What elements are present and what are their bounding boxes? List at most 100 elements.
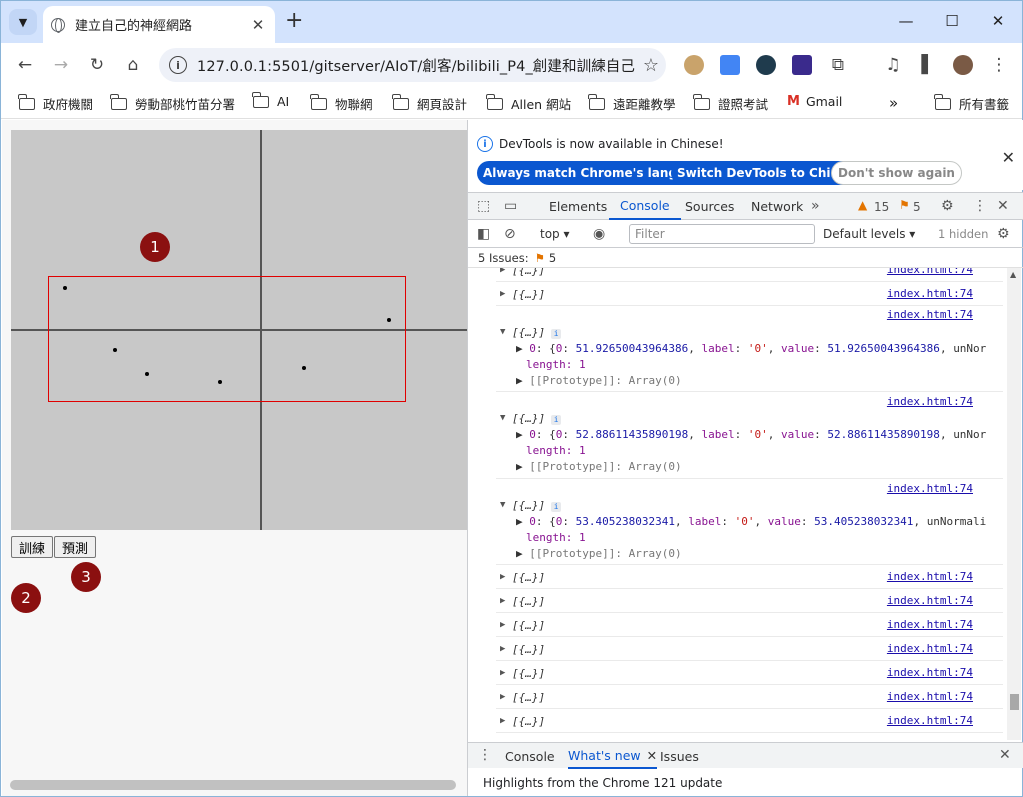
close-window-button[interactable]: ✕ xyxy=(975,9,1021,33)
log-levels-dropdown[interactable]: Default levels ▾ xyxy=(823,227,915,241)
drawer-tab-whats-new[interactable]: What's new ✕ xyxy=(568,743,658,769)
minimize-button[interactable]: — xyxy=(883,9,929,33)
source-link[interactable]: index.html:74 xyxy=(887,268,973,276)
console-entry-expanded[interactable]: index.html:74 ▼ [{…}] i ▶ 0: {0: 52.886114… xyxy=(496,392,1003,479)
warning-icon[interactable]: ▲ xyxy=(858,198,867,212)
device-toolbar-icon[interactable]: ▭ xyxy=(504,198,517,214)
source-link[interactable]: index.html:74 xyxy=(887,618,973,631)
bookmarks-overflow-button[interactable]: » xyxy=(889,94,898,112)
console-entry[interactable]: ▶[{…}]index.html:74 xyxy=(496,709,1003,733)
all-bookmarks-folder[interactable]: 所有書籤 xyxy=(934,93,1009,113)
dont-show-again-button[interactable]: Don't show again xyxy=(831,161,962,185)
tab-elements[interactable]: Elements xyxy=(549,193,607,220)
live-expression-eye-icon[interactable]: ◉ xyxy=(593,226,605,242)
console-entry[interactable]: ▶[{…}]index.html:74 xyxy=(496,613,1003,637)
tab-console[interactable]: Console xyxy=(609,193,681,220)
console-entry[interactable]: ▶[{…}]index.html:74 xyxy=(496,685,1003,709)
close-tab-icon[interactable]: ✕ xyxy=(249,16,267,34)
drawer-menu-icon[interactable]: ⋮ xyxy=(478,747,492,763)
site-info-icon[interactable]: i xyxy=(169,56,187,74)
plot-canvas[interactable]: 1 xyxy=(11,130,467,530)
context-select[interactable]: top ▾ xyxy=(540,227,570,241)
console-entry[interactable]: ▶[{…}]index.html:74 xyxy=(496,282,1003,306)
console-entry[interactable]: ▶[{…}]index.html:74 xyxy=(496,268,1003,282)
issues-bar[interactable]: 5 Issues: ⚑ 5 xyxy=(468,248,1023,268)
source-link[interactable]: index.html:74 xyxy=(887,482,973,495)
reload-icon[interactable]: ↻ xyxy=(85,53,109,77)
bookmark-folder[interactable]: AI xyxy=(252,91,289,109)
source-link[interactable]: index.html:74 xyxy=(887,642,973,655)
source-link[interactable]: index.html:74 xyxy=(887,308,973,321)
source-link[interactable]: index.html:74 xyxy=(887,666,973,679)
bookmark-folder[interactable]: 政府機關 xyxy=(18,93,93,113)
bookmark-folder[interactable]: 證照考試 xyxy=(693,93,768,113)
home-icon[interactable]: ⌂ xyxy=(121,53,145,77)
inspect-element-icon[interactable]: ⬚ xyxy=(477,198,490,214)
horizontal-scrollbar[interactable] xyxy=(10,780,456,790)
console-entry[interactable]: ▶[{…}]index.html:74 xyxy=(496,589,1003,613)
prototype-line[interactable]: ▶ [[Prototype]]: Array(0) xyxy=(516,460,682,473)
array-item-0[interactable]: ▶ 0: {0: 53.405238032341, label: '0', va… xyxy=(516,515,986,528)
settings-gear-icon[interactable]: ⚙ xyxy=(941,198,954,214)
scroll-thumb[interactable] xyxy=(1010,694,1019,710)
kebab-menu-icon[interactable]: ⋮ xyxy=(973,198,987,214)
menu-kebab-icon[interactable]: ⋮ xyxy=(987,53,1011,77)
bookmark-folder[interactable]: 物聯網 xyxy=(310,93,373,113)
filter-input[interactable]: Filter xyxy=(629,224,815,244)
drawer-tab-issues[interactable]: Issues xyxy=(660,743,699,769)
issues-flag-icon[interactable]: ⚑ xyxy=(899,198,910,212)
train-button[interactable]: 訓練 xyxy=(11,536,54,558)
new-tab-button[interactable]: + xyxy=(285,10,303,32)
media-control-icon[interactable]: ♫ xyxy=(881,53,905,77)
extension-tv-icon[interactable] xyxy=(756,55,776,75)
scroll-up-icon[interactable]: ▲ xyxy=(1010,270,1016,279)
prototype-line[interactable]: ▶ [[Prototype]]: Array(0) xyxy=(516,374,682,387)
side-panel-icon[interactable]: ▌ xyxy=(916,53,940,77)
tab-search-button[interactable]: ▼ xyxy=(9,9,37,35)
close-devtools-icon[interactable]: ✕ xyxy=(997,198,1009,214)
source-link[interactable]: index.html:74 xyxy=(887,714,973,727)
maximize-button[interactable]: ☐ xyxy=(929,9,975,33)
source-link[interactable]: index.html:74 xyxy=(887,570,973,583)
bookmark-folder[interactable]: 勞動部桃竹苗分署 xyxy=(110,93,235,113)
extension-cookie-icon[interactable] xyxy=(684,55,704,75)
address-bar[interactable]: i 127.0.0.1:5501/gitserver/AIoT/創客/bilib… xyxy=(159,48,666,82)
forward-icon[interactable]: → xyxy=(49,53,73,77)
console-scrollbar[interactable]: ▲ xyxy=(1007,268,1021,740)
sidebar-toggle-icon[interactable]: ◧ xyxy=(477,226,490,242)
console-entry[interactable]: ▶[{…}]index.html:74 xyxy=(496,661,1003,685)
console-entry[interactable]: ▶[{…}]index.html:74 xyxy=(496,565,1003,589)
source-link[interactable]: index.html:74 xyxy=(887,395,973,408)
predict-button[interactable]: 預測 xyxy=(54,536,97,558)
source-link[interactable]: index.html:74 xyxy=(887,690,973,703)
close-icon[interactable]: ✕ xyxy=(1002,148,1015,167)
browser-tab[interactable]: 建立自己的神經網路 ✕ xyxy=(43,6,275,43)
console-entry-expanded[interactable]: index.html:74 ▼ [{…}] i ▶ 0: {0: 53.405238… xyxy=(496,479,1003,565)
console-entry[interactable]: ▶[{…}]index.html:74 xyxy=(496,637,1003,661)
console-entry[interactable]: ▶[{…}]index.html:74 xyxy=(496,733,1003,740)
source-link[interactable]: index.html:74 xyxy=(887,594,973,607)
source-link[interactable]: index.html:74 xyxy=(887,287,973,300)
tab-sources[interactable]: Sources xyxy=(685,193,734,220)
bookmark-gmail[interactable]: M Gmail xyxy=(787,94,842,109)
bookmark-folder[interactable]: 遠距離教學 xyxy=(588,93,676,113)
array-item-0[interactable]: ▶ 0: {0: 51.92650043964386, label: '0', … xyxy=(516,342,986,355)
console-settings-gear-icon[interactable]: ⚙ xyxy=(997,226,1010,242)
array-item-0[interactable]: ▶ 0: {0: 52.88611435890198, label: '0', … xyxy=(516,428,986,441)
extension-translate-icon[interactable] xyxy=(720,55,740,75)
more-tabs-icon[interactable]: » xyxy=(811,198,820,214)
drawer-tab-console[interactable]: Console xyxy=(505,743,555,769)
close-tab-icon[interactable]: ✕ xyxy=(647,748,657,763)
source-link[interactable]: index.html:74 xyxy=(887,738,973,740)
bookmark-folder[interactable]: Allen 網站 xyxy=(486,93,571,113)
bookmark-folder[interactable]: 網頁設計 xyxy=(392,93,467,113)
clear-console-icon[interactable]: ⊘ xyxy=(504,226,516,242)
console-entry-expanded[interactable]: index.html:74 ▼ [{…}] i ▶ 0: {0: 51.926500… xyxy=(496,306,1003,392)
extension-color-icon[interactable] xyxy=(792,55,812,75)
avatar[interactable] xyxy=(953,55,973,75)
tab-network[interactable]: Network xyxy=(751,193,803,220)
close-drawer-icon[interactable]: ✕ xyxy=(999,747,1011,763)
back-icon[interactable]: ← xyxy=(13,53,37,77)
bookmark-star-icon[interactable]: ☆ xyxy=(636,55,666,76)
prototype-line[interactable]: ▶ [[Prototype]]: Array(0) xyxy=(516,547,682,560)
